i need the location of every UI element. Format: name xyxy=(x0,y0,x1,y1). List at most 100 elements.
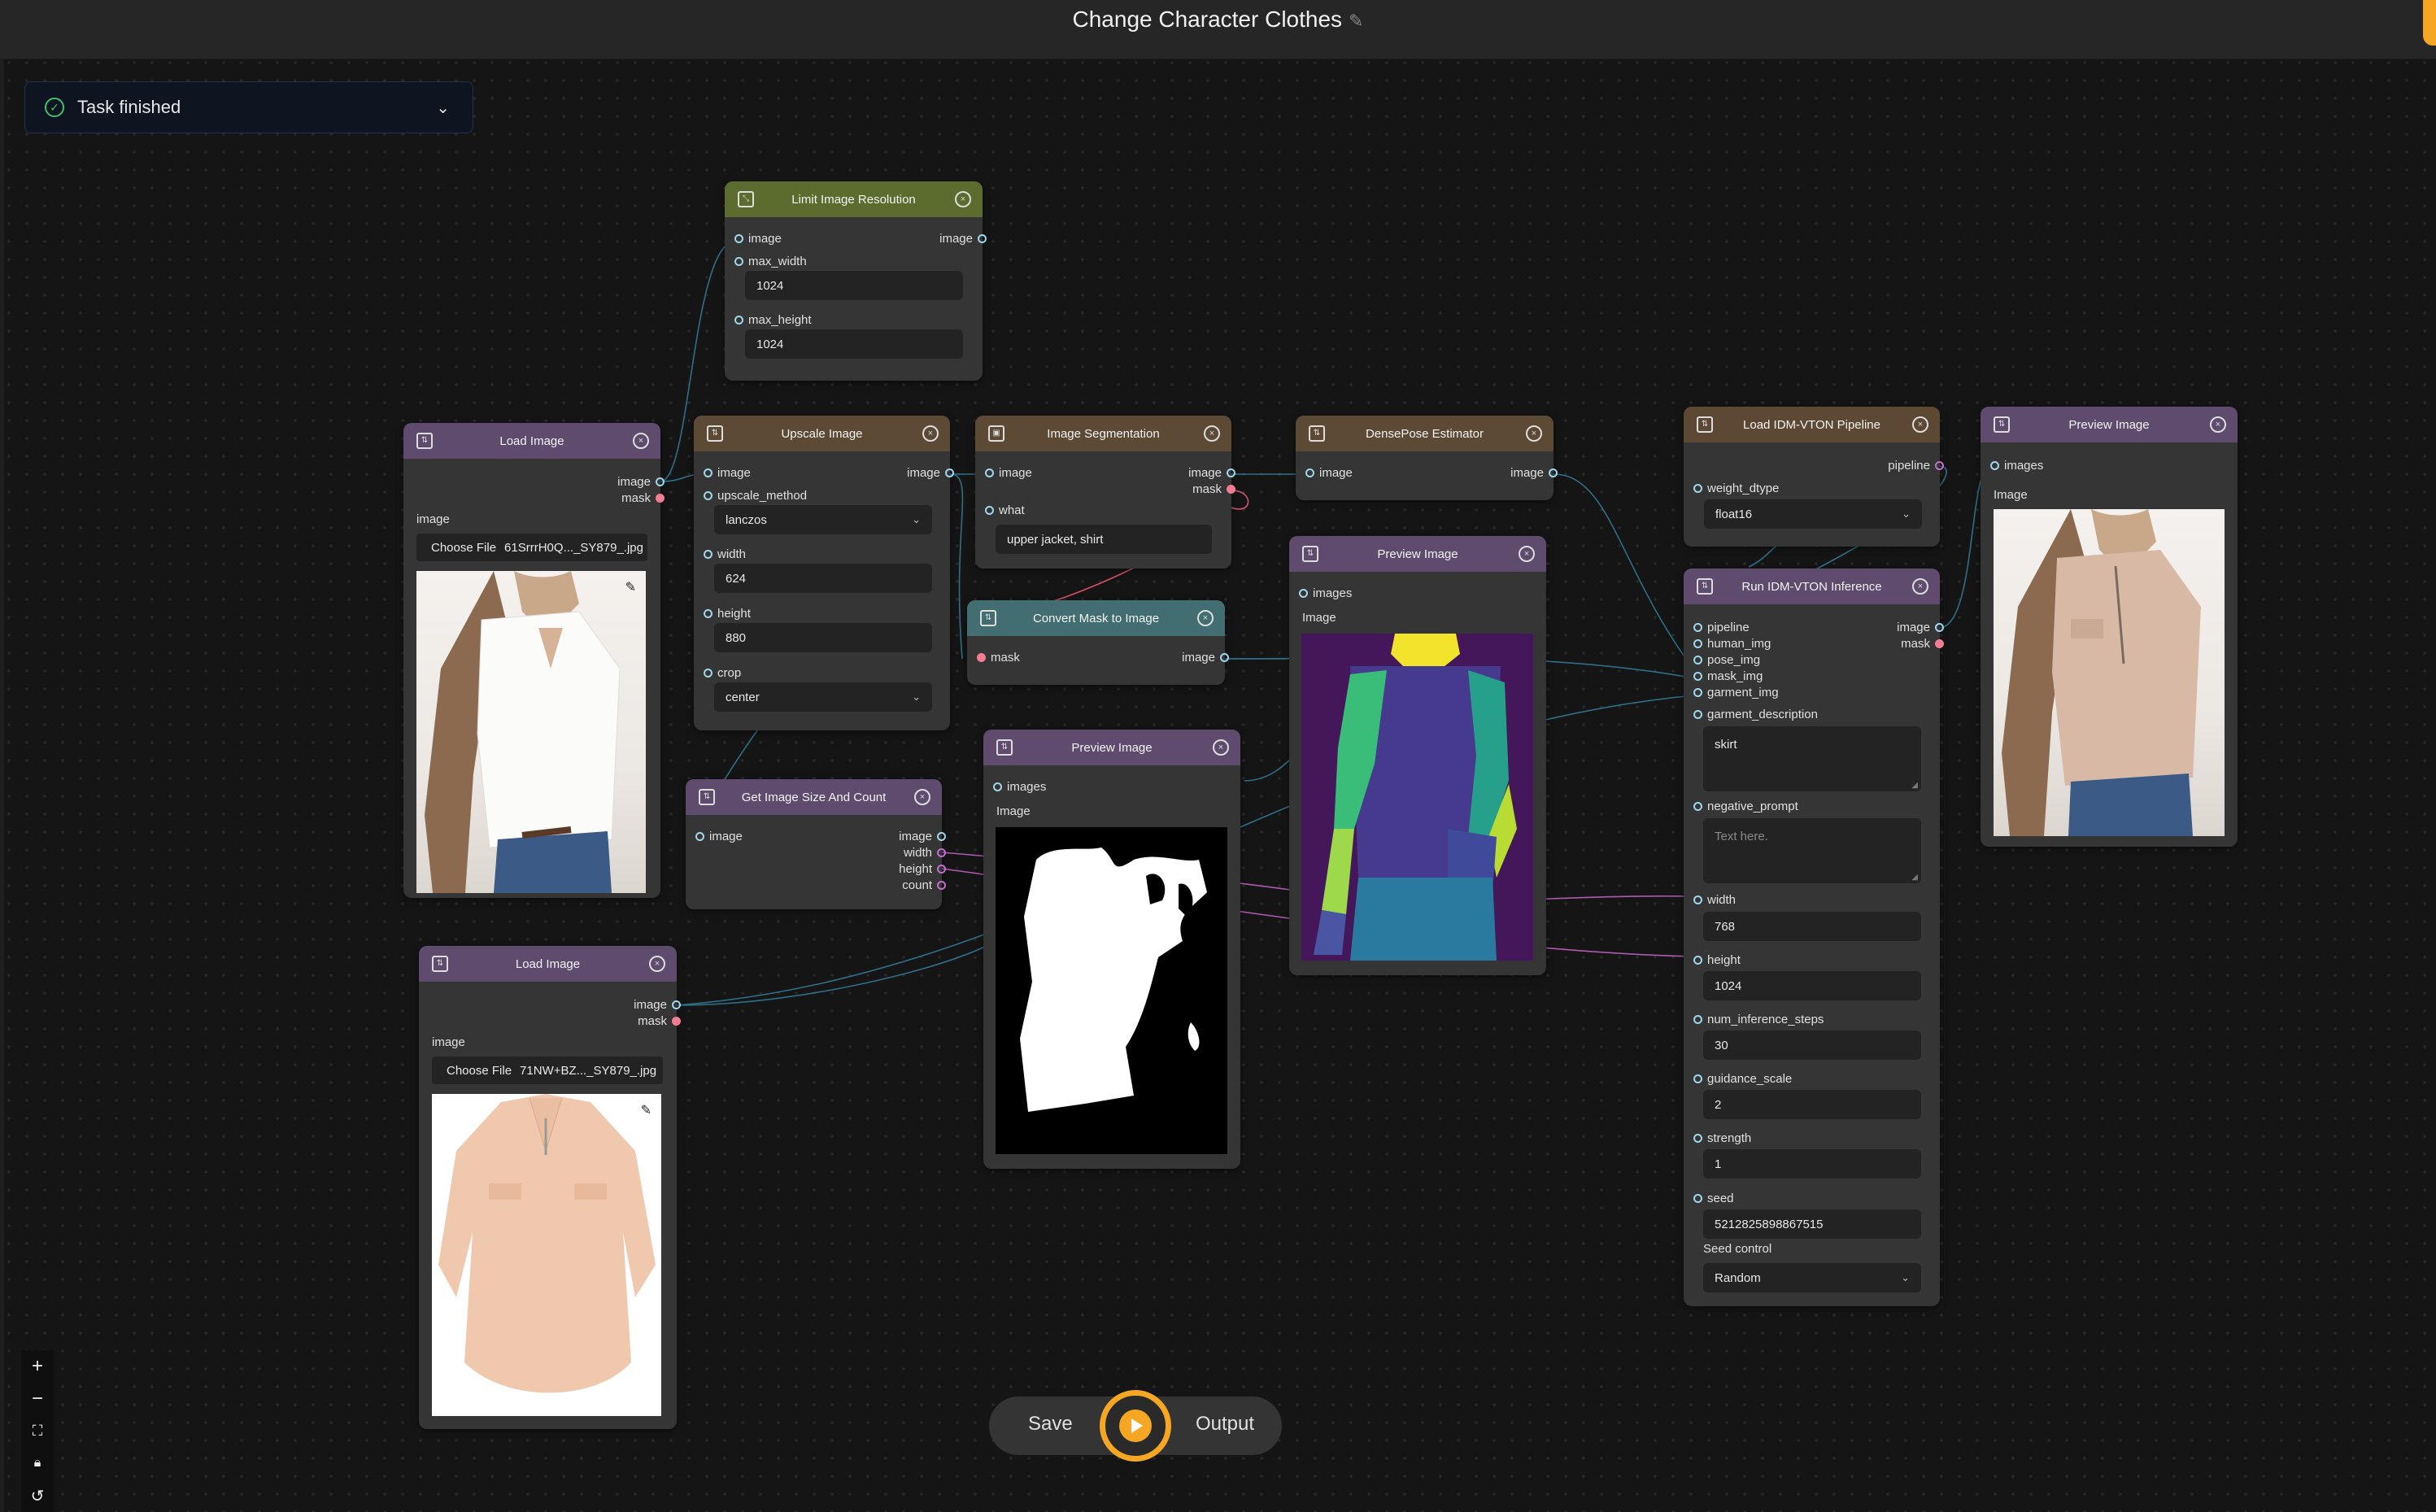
width-pin[interactable]: width xyxy=(704,547,746,561)
height-input[interactable]: 880 xyxy=(714,623,932,652)
edit-image-icon[interactable]: ✎ xyxy=(625,579,636,595)
upscale-method-select[interactable]: lanczos ⌄ xyxy=(714,505,932,534)
close-node-icon[interactable]: × xyxy=(1213,739,1229,756)
output-image-pin[interactable]: image xyxy=(1510,466,1558,480)
close-node-icon[interactable]: × xyxy=(633,433,649,449)
max-width-pin[interactable]: max_width xyxy=(734,255,807,268)
undo-icon[interactable]: ↺ xyxy=(31,1479,45,1512)
node-header[interactable]: ⇅ Load Image × xyxy=(419,946,677,982)
output-pipeline-pin[interactable]: pipeline xyxy=(1888,459,1944,473)
choose-file-button[interactable]: Choose File xyxy=(431,541,496,555)
node-header[interactable]: ⇅ Load Image × xyxy=(403,423,660,459)
file-picker[interactable]: Choose File 71NW+BZ..._SY879_.jpg xyxy=(432,1057,663,1084)
max-height-pin[interactable]: max_height xyxy=(734,313,812,327)
input-image-pin[interactable]: image xyxy=(704,466,751,480)
guidance-scale-input[interactable]: 2 xyxy=(1703,1090,1921,1119)
width-input[interactable]: 624 xyxy=(714,564,932,593)
output-height-pin[interactable]: height xyxy=(899,862,946,876)
node-preview-image-densepose[interactable]: ⇅ Preview Image × images Image xyxy=(1289,536,1546,975)
garment-description-input[interactable]: skirt ◢ xyxy=(1703,726,1921,791)
node-header[interactable]: ⇅ Get Image Size And Count × xyxy=(686,779,942,815)
node-header[interactable]: ⇅ Upscale Image × xyxy=(694,416,950,451)
close-node-icon[interactable]: × xyxy=(922,425,939,442)
input-mask-pin[interactable]: mask xyxy=(977,651,1020,664)
garment-description-pin[interactable]: garment_description xyxy=(1693,708,1818,721)
close-node-icon[interactable]: × xyxy=(1526,425,1542,442)
node-load-idm-vton-pipeline[interactable]: ⇅ Load IDM-VTON Pipeline × pipeline weig… xyxy=(1684,407,1944,547)
what-input[interactable]: upper jacket, shirt xyxy=(996,525,1212,554)
node-load-image-1[interactable]: ⇅ Load Image × image mask image Choose F… xyxy=(403,423,665,898)
guidance-scale-pin[interactable]: guidance_scale xyxy=(1693,1072,1792,1086)
strength-pin[interactable]: strength xyxy=(1693,1131,1751,1145)
close-node-icon[interactable]: × xyxy=(1519,546,1535,562)
weight-dtype-select[interactable]: float16 ⌄ xyxy=(1704,499,1922,529)
crop-pin[interactable]: crop xyxy=(704,666,741,680)
output-image-pin[interactable]: image xyxy=(1182,651,1229,664)
zoom-in-icon[interactable]: + xyxy=(32,1350,43,1383)
input-human-img-pin[interactable]: human_img xyxy=(1693,637,1771,651)
run-button[interactable] xyxy=(1100,1390,1171,1462)
input-images-pin[interactable]: images xyxy=(993,780,1046,794)
node-get-image-size-and-count[interactable]: ⇅ Get Image Size And Count × image image… xyxy=(686,779,946,909)
output-image-pin[interactable]: image xyxy=(1897,621,1944,634)
close-node-icon[interactable]: × xyxy=(914,789,930,805)
negative-prompt-input[interactable]: Text here. ◢ xyxy=(1703,818,1921,883)
output-mask-pin[interactable]: mask xyxy=(621,491,665,505)
choose-file-button[interactable]: Choose File xyxy=(447,1064,512,1078)
input-pipeline-pin[interactable]: pipeline xyxy=(1693,621,1750,634)
crop-select[interactable]: center ⌄ xyxy=(714,682,932,712)
fit-view-icon[interactable]: ⛶ xyxy=(33,1415,43,1448)
node-convert-mask-to-image[interactable]: ⇅ Convert Mask to Image × mask image xyxy=(967,600,1229,685)
output-button[interactable]: Output xyxy=(1196,1413,1254,1436)
node-image-segmentation[interactable]: ▣ Image Segmentation × image image mask … xyxy=(975,416,1235,569)
node-header[interactable]: ⇅ DensePose Estimator × xyxy=(1296,416,1554,451)
close-node-icon[interactable]: × xyxy=(1912,578,1928,595)
seed-control-select[interactable]: Random ⌄ xyxy=(1703,1263,1921,1292)
close-node-icon[interactable]: × xyxy=(1197,610,1214,626)
input-garment-img-pin[interactable]: garment_img xyxy=(1693,686,1779,699)
zoom-out-icon[interactable]: − xyxy=(32,1383,43,1415)
node-upscale-image[interactable]: ⇅ Upscale Image × image image upscale_me… xyxy=(694,416,954,730)
input-image-pin[interactable]: image xyxy=(734,232,782,246)
what-pin[interactable]: what xyxy=(985,503,1025,517)
node-header[interactable]: ⇅ Run IDM-VTON Inference × xyxy=(1684,569,1940,604)
max-height-input[interactable]: 1024 xyxy=(745,329,963,359)
node-header[interactable]: ⇅ Preview Image × xyxy=(1289,536,1546,572)
node-header[interactable]: ⤡ Limit Image Resolution × xyxy=(725,181,983,217)
edit-image-icon[interactable]: ✎ xyxy=(641,1102,651,1118)
max-width-input[interactable]: 1024 xyxy=(745,271,963,300)
output-width-pin[interactable]: width xyxy=(904,846,946,860)
node-header[interactable]: ⇅ Preview Image × xyxy=(1981,407,2238,442)
output-mask-pin[interactable]: mask xyxy=(1901,637,1944,651)
output-image-pin[interactable]: image xyxy=(939,232,987,246)
height-pin[interactable]: height xyxy=(1693,953,1741,967)
num-inference-steps-input[interactable]: 30 xyxy=(1703,1031,1921,1060)
upscale-method-pin[interactable]: upscale_method xyxy=(704,489,807,503)
node-header[interactable]: ▣ Image Segmentation × xyxy=(975,416,1231,451)
height-pin[interactable]: height xyxy=(704,607,751,621)
node-preview-image-mask[interactable]: ⇅ Preview Image × images Image xyxy=(983,730,1240,1169)
node-header[interactable]: ⇅ Convert Mask to Image × xyxy=(967,600,1225,636)
input-image-pin[interactable]: image xyxy=(985,466,1032,480)
output-mask-pin[interactable]: mask xyxy=(638,1014,681,1028)
node-header[interactable]: ⇅ Load IDM-VTON Pipeline × xyxy=(1684,407,1940,442)
close-node-icon[interactable]: × xyxy=(1912,416,1928,433)
lock-icon[interactable]: 🔒︎ xyxy=(34,1447,41,1479)
input-images-pin[interactable]: images xyxy=(1299,586,1352,600)
node-run-idm-vton-inference[interactable]: ⇅ Run IDM-VTON Inference × pipeline huma… xyxy=(1684,569,1944,1306)
num-inference-steps-pin[interactable]: num_inference_steps xyxy=(1693,1013,1824,1026)
width-pin[interactable]: width xyxy=(1693,893,1736,907)
width-input[interactable]: 768 xyxy=(1703,912,1921,941)
weight-dtype-pin[interactable]: weight_dtype xyxy=(1693,481,1779,495)
input-mask-img-pin[interactable]: mask_img xyxy=(1693,669,1763,683)
output-image-pin[interactable]: image xyxy=(634,998,681,1012)
output-count-pin[interactable]: count xyxy=(902,878,946,892)
save-button[interactable]: Save xyxy=(1028,1413,1073,1436)
seed-pin[interactable]: seed xyxy=(1693,1192,1734,1205)
close-node-icon[interactable]: × xyxy=(955,191,971,207)
negative-prompt-pin[interactable]: negative_prompt xyxy=(1693,800,1798,813)
output-image-pin[interactable]: image xyxy=(1188,466,1235,480)
close-node-icon[interactable]: × xyxy=(649,956,665,972)
node-preview-image-result[interactable]: ⇅ Preview Image × images Image xyxy=(1981,407,2238,847)
node-header[interactable]: ⇅ Preview Image × xyxy=(983,730,1240,765)
